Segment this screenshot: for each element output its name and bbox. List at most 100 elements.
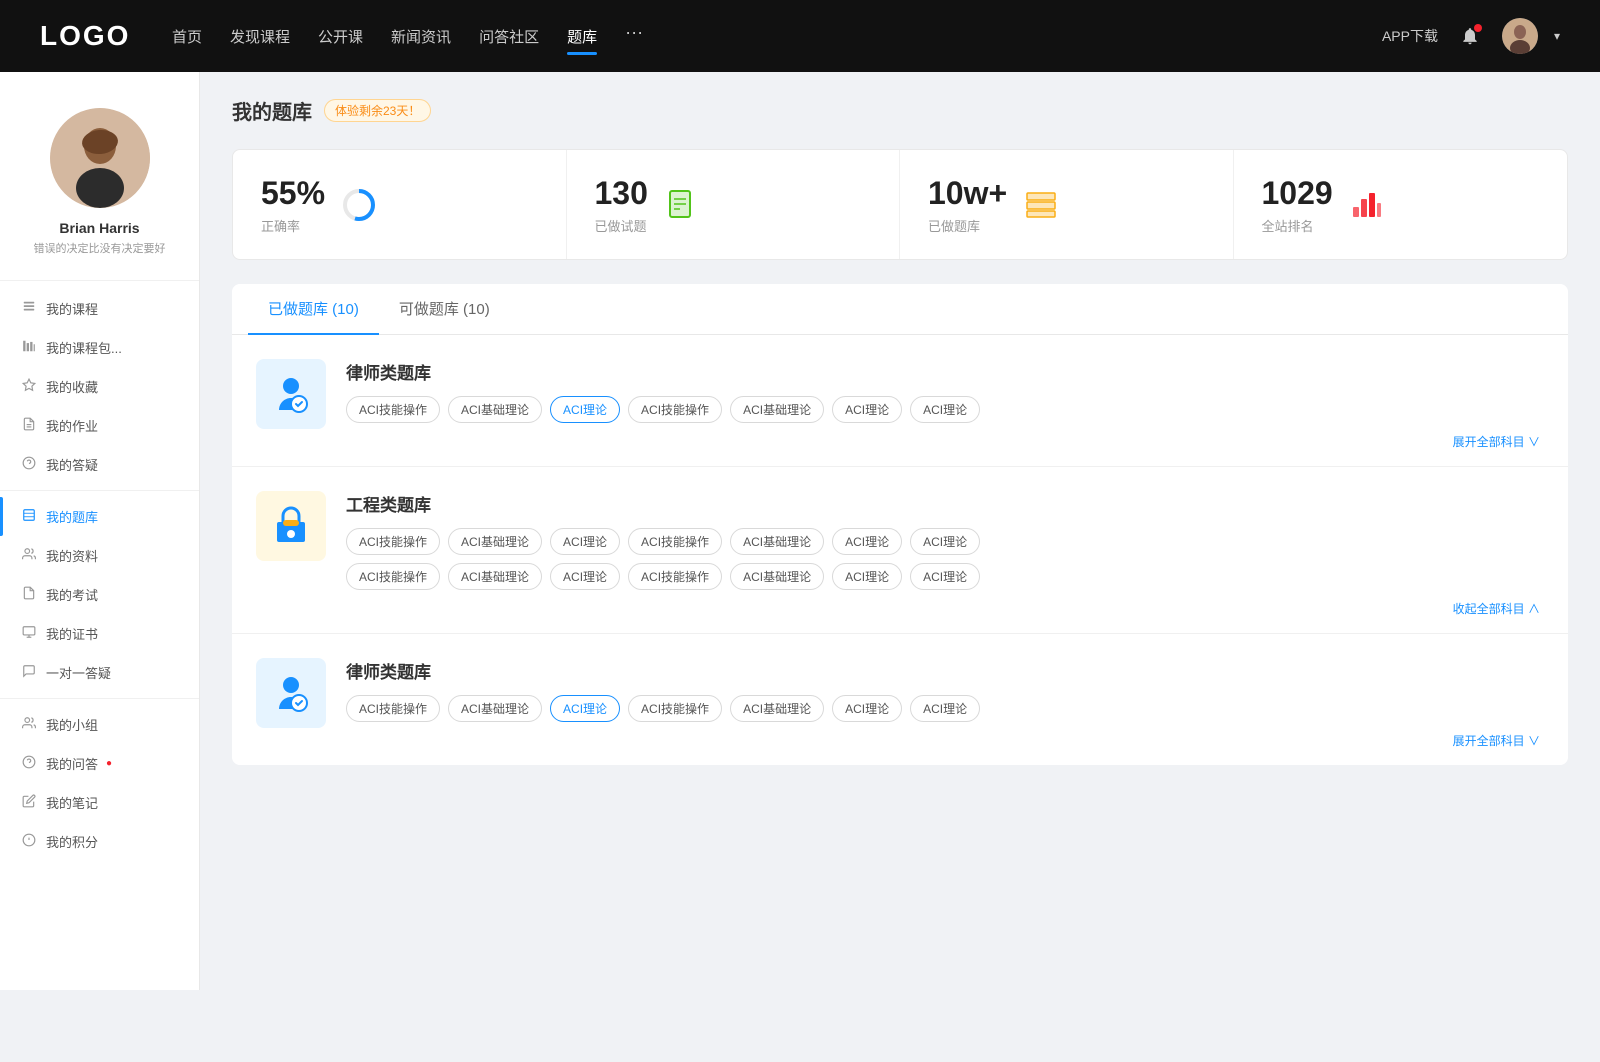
qa-icon — [20, 456, 38, 473]
sidebar-item-points[interactable]: 我的积分 — [0, 822, 199, 861]
tag-3-5[interactable]: ACI理论 — [832, 695, 902, 722]
certificate-icon — [20, 625, 38, 642]
tag-2-1[interactable]: ACI基础理论 — [448, 528, 542, 555]
notes-label: 我的笔记 — [46, 793, 98, 812]
stat-done-questions-label: 已做试题 — [595, 216, 648, 235]
profile-data-label: 我的资料 — [46, 546, 98, 565]
tag-1-6[interactable]: ACI理论 — [910, 396, 980, 423]
qbank-icon-engineer — [256, 491, 326, 561]
tag-2b-6[interactable]: ACI理论 — [910, 563, 980, 590]
doc-icon — [666, 189, 698, 221]
qbank-section-lawyer-2: 律师类题库 ACI技能操作 ACI基础理论 ACI理论 ACI技能操作 ACI基… — [232, 633, 1568, 765]
stat-done-questions: 130 已做试题 — [567, 150, 901, 259]
tag-3-1[interactable]: ACI基础理论 — [448, 695, 542, 722]
sidebar-item-qa[interactable]: 我的答疑 — [0, 445, 199, 484]
tags-row-3: ACI技能操作 ACI基础理论 ACI理论 ACI技能操作 ACI基础理论 AC… — [346, 695, 1544, 722]
collapse-btn-2[interactable]: 收起全部科目 ∧ — [346, 600, 1544, 617]
nav-link-discover[interactable]: 发现课程 — [230, 22, 290, 51]
list-icon — [1025, 189, 1057, 221]
tag-1-4[interactable]: ACI基础理论 — [730, 396, 824, 423]
certificate-label: 我的证书 — [46, 624, 98, 643]
tag-2b-3[interactable]: ACI技能操作 — [628, 563, 722, 590]
tag-2b-5[interactable]: ACI理论 — [832, 563, 902, 590]
sidebar-item-questions[interactable]: 我的问答 ● — [0, 744, 199, 783]
nav-more-dots[interactable]: ··· — [625, 22, 643, 51]
tag-3-2[interactable]: ACI理论 — [550, 695, 620, 722]
tag-1-5[interactable]: ACI理论 — [832, 396, 902, 423]
tag-2-6[interactable]: ACI理论 — [910, 528, 980, 555]
tag-3-0[interactable]: ACI技能操作 — [346, 695, 440, 722]
favorites-icon — [20, 378, 38, 395]
tag-2-5[interactable]: ACI理论 — [832, 528, 902, 555]
favorites-label: 我的收藏 — [46, 377, 98, 396]
tag-1-0[interactable]: ACI技能操作 — [346, 396, 440, 423]
sidebar-item-certificate[interactable]: 我的证书 — [0, 614, 199, 653]
tag-2b-0[interactable]: ACI技能操作 — [346, 563, 440, 590]
tag-2b-1[interactable]: ACI基础理论 — [448, 563, 542, 590]
stat-done-banks-value: 10w+ — [928, 174, 1007, 212]
sidebar-item-course-pkg[interactable]: 我的课程包... — [0, 328, 199, 367]
sidebar-item-profile-data[interactable]: 我的资料 — [0, 536, 199, 575]
qbank-body-3: 律师类题库 ACI技能操作 ACI基础理论 ACI理论 ACI技能操作 ACI基… — [346, 658, 1544, 749]
sidebar-menu: 我的课程 我的课程包... 我的收藏 我的作业 — [0, 289, 199, 861]
sidebar-item-qbank[interactable]: 我的题库 — [0, 497, 199, 536]
tag-3-4[interactable]: ACI基础理论 — [730, 695, 824, 722]
page-header: 我的题库 体验剩余23天！ — [232, 96, 1568, 125]
stat-ranking-info: 1029 全站排名 — [1262, 174, 1333, 235]
lawyer-icon — [267, 370, 315, 418]
tag-2b-4[interactable]: ACI基础理论 — [730, 563, 824, 590]
tag-2b-2[interactable]: ACI理论 — [550, 563, 620, 590]
tags-row-1: ACI技能操作 ACI基础理论 ACI理论 ACI技能操作 ACI基础理论 AC… — [346, 396, 1544, 423]
tag-1-3[interactable]: ACI技能操作 — [628, 396, 722, 423]
nav-link-qa[interactable]: 问答社区 — [479, 22, 539, 51]
tag-2-3[interactable]: ACI技能操作 — [628, 528, 722, 555]
notification-bell[interactable] — [1454, 20, 1486, 52]
groups-icon — [20, 716, 38, 733]
divider-2 — [0, 698, 199, 699]
tag-2-4[interactable]: ACI基础理论 — [730, 528, 824, 555]
sidebar-profile: Brian Harris 错误的决定比没有决定要好 — [0, 92, 199, 281]
app-download-button[interactable]: APP下载 — [1382, 26, 1438, 46]
questions-badge: ● — [106, 758, 112, 769]
questions-label: 我的问答 — [46, 754, 98, 773]
qbank-label: 我的题库 — [46, 507, 98, 526]
qbank-icon — [20, 508, 38, 525]
one-on-one-icon — [20, 664, 38, 681]
nav-link-open[interactable]: 公开课 — [318, 22, 363, 51]
tag-3-3[interactable]: ACI技能操作 — [628, 695, 722, 722]
tab-done-banks[interactable]: 已做题库 (10) — [248, 284, 379, 335]
tags-row-2b: ACI技能操作 ACI基础理论 ACI理论 ACI技能操作 ACI基础理论 AC… — [346, 563, 1544, 590]
sidebar-item-one-on-one[interactable]: 一对一答疑 — [0, 653, 199, 692]
tag-2-0[interactable]: ACI技能操作 — [346, 528, 440, 555]
stat-done-questions-info: 130 已做试题 — [595, 174, 648, 235]
qbank-body-1: 律师类题库 ACI技能操作 ACI基础理论 ACI理论 ACI技能操作 ACI基… — [346, 359, 1544, 450]
tag-1-2[interactable]: ACI理论 — [550, 396, 620, 423]
sidebar-item-courses[interactable]: 我的课程 — [0, 289, 199, 328]
courses-label: 我的课程 — [46, 299, 98, 318]
user-avatar[interactable] — [1502, 18, 1538, 54]
sidebar-item-exams[interactable]: 我的考试 — [0, 575, 199, 614]
avatar-image — [1502, 18, 1538, 54]
nav-link-news[interactable]: 新闻资讯 — [391, 22, 451, 51]
notification-dot — [1474, 24, 1482, 32]
nav-link-qbank[interactable]: 题库 — [567, 22, 597, 51]
groups-label: 我的小组 — [46, 715, 98, 734]
sidebar-item-notes[interactable]: 我的笔记 — [0, 783, 199, 822]
profile-avatar[interactable] — [50, 108, 150, 208]
tag-1-1[interactable]: ACI基础理论 — [448, 396, 542, 423]
tag-3-6[interactable]: ACI理论 — [910, 695, 980, 722]
sidebar-item-homework[interactable]: 我的作业 — [0, 406, 199, 445]
stat-ranking-label: 全站排名 — [1262, 216, 1333, 235]
expand-btn-3[interactable]: 展开全部科目 ∨ — [346, 732, 1544, 749]
stat-accuracy-label: 正确率 — [261, 216, 325, 235]
sidebar-item-groups[interactable]: 我的小组 — [0, 705, 199, 744]
expand-btn-1[interactable]: 展开全部科目 ∨ — [346, 433, 1544, 450]
qa-label: 我的答疑 — [46, 455, 98, 474]
stat-done-banks-info: 10w+ 已做题库 — [928, 174, 1007, 235]
trial-badge: 体验剩余23天！ — [324, 99, 431, 122]
user-menu-chevron[interactable]: ▾ — [1554, 29, 1560, 43]
tab-available-banks[interactable]: 可做题库 (10) — [379, 284, 510, 335]
nav-link-home[interactable]: 首页 — [172, 22, 202, 51]
sidebar-item-favorites[interactable]: 我的收藏 — [0, 367, 199, 406]
tag-2-2[interactable]: ACI理论 — [550, 528, 620, 555]
